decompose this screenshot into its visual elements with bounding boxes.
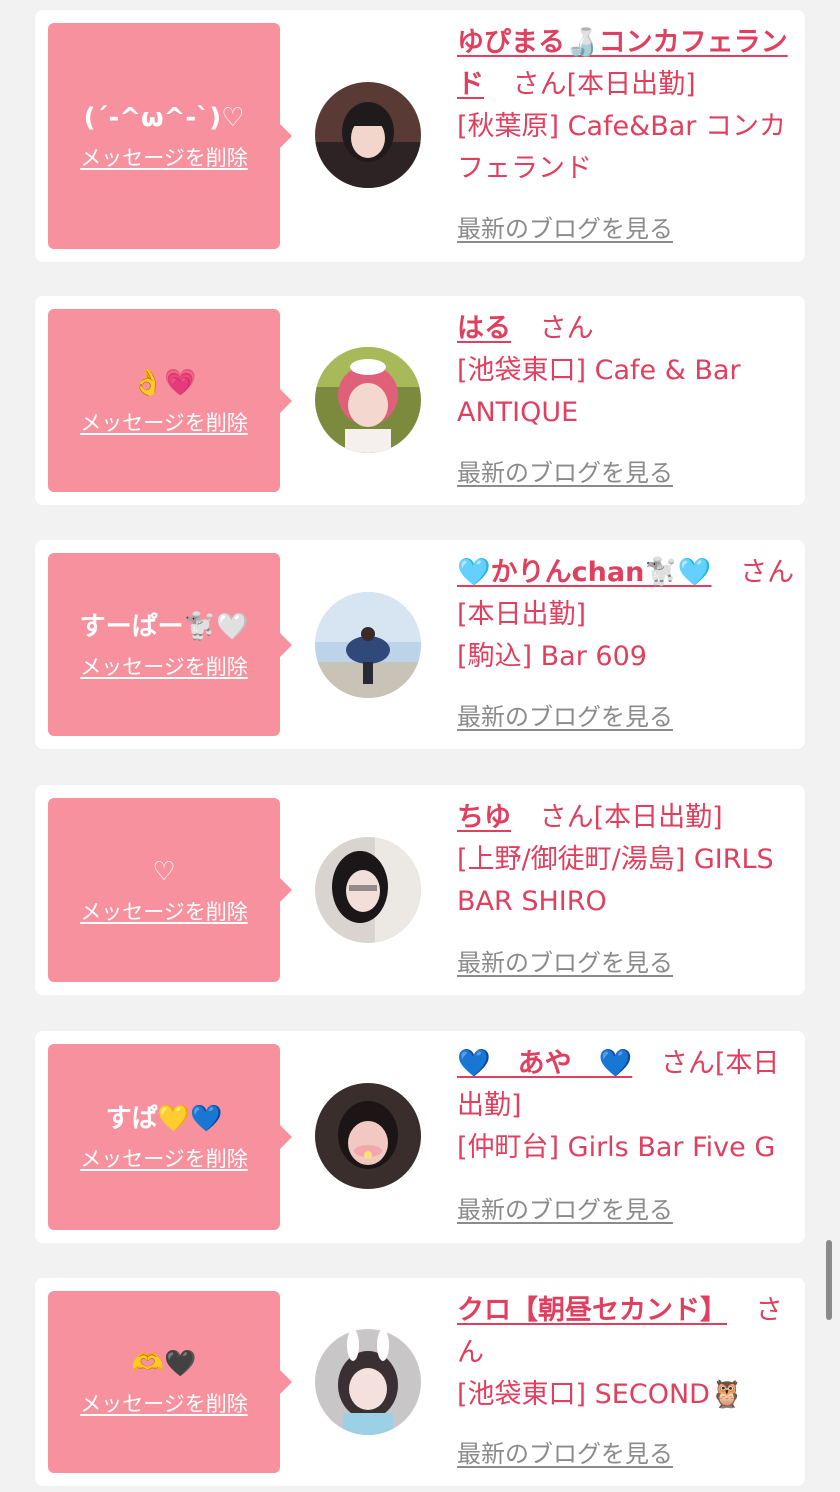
cast-name-link[interactable]: ちゆ bbox=[457, 802, 511, 833]
message-text: すぱ💛💙 bbox=[105, 1104, 223, 1134]
cast-info: ちゆ さん[本日出勤] [上野/御徒町/湯島] GIRLS BAR SHIRO bbox=[457, 797, 817, 923]
avatar[interactable] bbox=[315, 1083, 421, 1189]
message-text: (´-^ω^-`)♡ bbox=[83, 103, 245, 133]
message-bubble: 👌💗 メッセージを削除 bbox=[48, 309, 292, 492]
cast-honorific: さん[本日出勤] bbox=[512, 69, 696, 100]
cast-honorific: さん[本日出勤] bbox=[539, 802, 723, 833]
cast-name-link[interactable]: 🩵かりんchan🐩🩵 bbox=[457, 557, 712, 588]
message-bubble: すーぱー🐩🤍 メッセージを削除 bbox=[48, 553, 292, 736]
favorites-message-list: (´-^ω^-`)♡ メッセージを削除 ゆぴまる🍶コンカフェランド さん[本日出… bbox=[0, 0, 840, 1492]
latest-blog-link[interactable]: 最新のブログを見る bbox=[457, 458, 673, 488]
message-bubble: 🫶🖤 メッセージを削除 bbox=[48, 1291, 292, 1473]
cast-info: 💙 あや 💙 さん[本日出勤] [仲町台] Girls Bar Five G bbox=[457, 1043, 797, 1169]
message-card: (´-^ω^-`)♡ メッセージを削除 ゆぴまる🍶コンカフェランド さん[本日出… bbox=[35, 10, 805, 262]
message-bubble: ♡ メッセージを削除 bbox=[48, 798, 292, 982]
cast-info: ゆぴまる🍶コンカフェランド さん[本日出勤] [秋葉原] Cafe&Bar コン… bbox=[457, 22, 797, 190]
message-bubble: (´-^ω^-`)♡ メッセージを削除 bbox=[48, 23, 292, 249]
message-card: すぱ💛💙 メッセージを削除 💙 あや 💙 さん[本日出勤] [仲町台] Girl… bbox=[35, 1031, 805, 1243]
avatar[interactable] bbox=[315, 592, 421, 698]
avatar[interactable] bbox=[315, 347, 421, 453]
scrollbar-thumb[interactable] bbox=[826, 1240, 832, 1320]
message-text: すーぱー🐩🤍 bbox=[79, 611, 249, 642]
cast-name-link[interactable]: はる bbox=[457, 313, 511, 344]
latest-blog-link[interactable]: 最新のブログを見る bbox=[457, 1195, 673, 1225]
cast-info: 🩵かりんchan🐩🩵 さん[本日出勤] [駒込] Bar 609 bbox=[457, 552, 797, 678]
cast-info: はる さん [池袋東口] Cafe & Bar ANTIQUE bbox=[457, 308, 797, 434]
cast-name-link[interactable]: クロ【朝昼セカンド】 bbox=[457, 1295, 727, 1326]
avatar[interactable] bbox=[315, 1329, 421, 1435]
message-card: ♡ メッセージを削除 ちゆ さん[本日出勤] [上野/御徒町/湯島] GIRLS… bbox=[35, 785, 805, 995]
cast-honorific: さん bbox=[539, 313, 594, 344]
message-bubble: すぱ💛💙 メッセージを削除 bbox=[48, 1044, 292, 1230]
latest-blog-link[interactable]: 最新のブログを見る bbox=[457, 702, 673, 732]
delete-message-link[interactable]: メッセージを削除 bbox=[80, 653, 248, 681]
message-text: 🫶🖤 bbox=[131, 1349, 197, 1379]
delete-message-link[interactable]: メッセージを削除 bbox=[80, 1390, 248, 1418]
message-text: ♡ bbox=[152, 857, 176, 887]
message-card: すーぱー🐩🤍 メッセージを削除 🩵かりんchan🐩🩵 さん[本日出勤] [駒込]… bbox=[35, 540, 805, 749]
delete-message-link[interactable]: メッセージを削除 bbox=[80, 1145, 248, 1173]
shop-name: [秋葉原] Cafe&Bar コンカフェランド bbox=[457, 111, 786, 184]
avatar[interactable] bbox=[315, 82, 421, 188]
delete-message-link[interactable]: メッセージを削除 bbox=[80, 409, 248, 437]
delete-message-link[interactable]: メッセージを削除 bbox=[80, 144, 248, 172]
shop-name: [仲町台] Girls Bar Five G bbox=[457, 1132, 776, 1163]
message-text: 👌💗 bbox=[131, 367, 197, 398]
cast-name-link[interactable]: 💙 あや 💙 bbox=[457, 1048, 632, 1079]
message-card: 🫶🖤 メッセージを削除 クロ【朝昼セカンド】 さん [池袋東口] SECOND🦉… bbox=[35, 1278, 805, 1486]
avatar[interactable] bbox=[315, 837, 421, 943]
latest-blog-link[interactable]: 最新のブログを見る bbox=[457, 214, 673, 244]
message-card: 👌💗 メッセージを削除 はる さん [池袋東口] Cafe & Bar ANTI… bbox=[35, 296, 805, 505]
shop-name: [池袋東口] Cafe & Bar ANTIQUE bbox=[457, 355, 741, 428]
shop-name: [上野/御徒町/湯島] GIRLS BAR SHIRO bbox=[457, 844, 774, 917]
shop-name: [駒込] Bar 609 bbox=[457, 641, 647, 672]
latest-blog-link[interactable]: 最新のブログを見る bbox=[457, 1439, 673, 1469]
cast-info: クロ【朝昼セカンド】 さん [池袋東口] SECOND🦉 bbox=[457, 1290, 797, 1416]
delete-message-link[interactable]: メッセージを削除 bbox=[80, 898, 248, 926]
shop-name: [池袋東口] SECOND🦉 bbox=[457, 1379, 744, 1410]
latest-blog-link[interactable]: 最新のブログを見る bbox=[457, 948, 673, 978]
